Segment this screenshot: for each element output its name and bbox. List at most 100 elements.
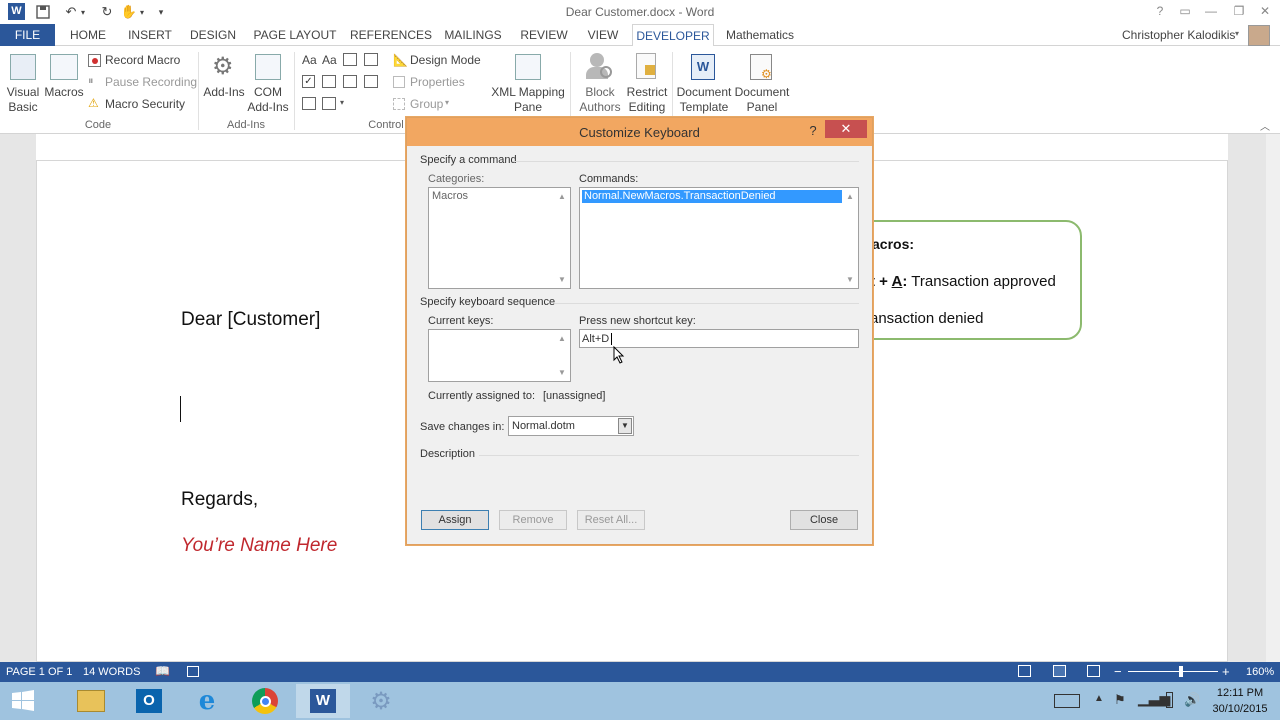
rich-text-control-icon[interactable]: Aa [302, 53, 317, 67]
tab-page-layout[interactable]: PAGE LAYOUT [250, 24, 340, 46]
settings-app-icon[interactable]: ⚙ [354, 684, 408, 718]
document-panel-button[interactable]: ⚙ Document Panel [733, 52, 791, 116]
print-layout-icon[interactable] [1053, 665, 1066, 677]
group-label-add-ins: Add-Ins [227, 119, 265, 131]
category-item[interactable]: Macros [432, 190, 468, 202]
signature-text[interactable]: You’re Name Here [181, 535, 337, 557]
volume-icon[interactable]: 🔊 [1184, 692, 1200, 708]
tab-design[interactable]: DESIGN [185, 24, 241, 46]
action-center-flag-icon[interactable]: ⚑ [1114, 692, 1126, 708]
page-count[interactable]: PAGE 1 OF 1 [6, 666, 72, 678]
scroll-up-icon[interactable]: ▲ [556, 333, 568, 345]
add-ins-button[interactable]: ⚙ Add-Ins [202, 52, 246, 116]
collapse-ribbon-icon[interactable]: ︿ [1260, 118, 1270, 133]
tab-mathematics[interactable]: Mathematics [722, 24, 798, 46]
legacy-tools-dropdown-icon[interactable]: ▾ [340, 98, 344, 107]
categories-listbox[interactable]: Macros ▲ ▼ [428, 187, 571, 289]
restore-icon[interactable]: ❐ [1226, 2, 1252, 20]
macro-recording-icon[interactable] [187, 666, 199, 677]
macros-textbox[interactable]: acros: t + A: Transaction approved ansac… [840, 220, 1082, 340]
restrict-editing-button[interactable]: Restrict Editing [624, 52, 670, 116]
chrome-icon[interactable] [238, 684, 292, 718]
user-dropdown-icon[interactable]: ▾ [1235, 29, 1239, 38]
show-hidden-icons[interactable]: ▲ [1094, 693, 1104, 704]
proofing-icon[interactable]: 📖 [155, 664, 170, 678]
clock-date[interactable]: 30/10/2015 [1208, 703, 1272, 715]
zoom-level[interactable]: 160% [1246, 666, 1274, 678]
close-button[interactable]: Close [790, 510, 858, 530]
group-separator [294, 52, 295, 130]
ribbon-display-options-icon[interactable]: ▭ [1172, 2, 1198, 20]
combo-box-control-icon[interactable] [322, 75, 336, 88]
tab-mailings[interactable]: MAILINGS [440, 24, 506, 46]
building-block-control-icon[interactable] [364, 53, 378, 66]
vertical-scrollbar[interactable] [1266, 134, 1280, 662]
zoom-out-icon[interactable]: − [1114, 664, 1122, 679]
help-icon[interactable]: ? [1147, 2, 1173, 20]
internet-explorer-icon[interactable]: e [180, 684, 234, 718]
text-caret [611, 333, 612, 345]
com-add-ins-button[interactable]: COM Add-Ins [246, 52, 290, 116]
clock-time[interactable]: 12:11 PM [1210, 687, 1270, 699]
plain-text-control-icon[interactable]: Aa [322, 53, 337, 67]
tab-insert[interactable]: INSERT [122, 24, 178, 46]
read-mode-icon[interactable] [1018, 665, 1031, 677]
tab-references[interactable]: REFERENCES [350, 24, 432, 46]
dialog-help-icon[interactable]: ? [803, 121, 823, 141]
design-mode-icon: 📐 [393, 53, 408, 67]
xml-mapping-pane-button[interactable]: XML Mapping Pane [490, 52, 566, 116]
checkbox-control-icon[interactable]: ✓ [302, 75, 315, 88]
remove-button[interactable]: Remove [499, 510, 567, 530]
macro-security-button[interactable]: ⚠ Macro Security [88, 96, 198, 113]
word-count[interactable]: 14 WORDS [83, 666, 140, 678]
dialog-title-bar[interactable]: Customize Keyboard ? ✕ [407, 118, 872, 146]
zoom-in-icon[interactable]: + [1222, 664, 1230, 679]
file-explorer-icon[interactable] [64, 684, 118, 718]
reset-all-button[interactable]: Reset All... [577, 510, 645, 530]
record-macro-button[interactable]: Record Macro [88, 53, 198, 69]
scroll-up-icon[interactable]: ▲ [844, 191, 856, 203]
macros-button[interactable]: Macros [44, 52, 84, 116]
windows-logo-icon [12, 690, 34, 711]
scroll-down-icon[interactable]: ▼ [556, 367, 568, 379]
greeting-text[interactable]: Dear [Customer] [181, 309, 320, 331]
start-button[interactable] [8, 688, 38, 714]
scroll-up-icon[interactable]: ▲ [556, 191, 568, 203]
battery-icon[interactable] [1166, 692, 1173, 708]
date-picker-control-icon[interactable] [364, 75, 378, 88]
outlook-icon[interactable]: O [122, 684, 176, 718]
visual-basic-button[interactable]: Visual Basic [4, 52, 42, 116]
legacy-tools-icon[interactable] [322, 97, 336, 110]
tab-view[interactable]: VIEW [582, 24, 624, 46]
assign-button[interactable]: Assign [421, 510, 489, 530]
scroll-down-icon[interactable]: ▼ [844, 274, 856, 286]
tab-file[interactable]: FILE [0, 24, 55, 46]
chevron-down-icon[interactable]: ▼ [618, 418, 632, 434]
word-taskbar-icon[interactable]: W [296, 684, 350, 718]
close-window-icon[interactable]: ✕ [1252, 2, 1278, 20]
drop-down-control-icon[interactable] [343, 75, 357, 88]
keyboard-icon[interactable] [1054, 694, 1080, 708]
scroll-down-icon[interactable]: ▼ [556, 274, 568, 286]
document-template-button[interactable]: W Document Template [675, 52, 733, 116]
dialog-close-icon[interactable]: ✕ [825, 120, 867, 138]
repeating-section-control-icon[interactable] [302, 97, 316, 110]
new-shortcut-value: Alt+D [582, 333, 610, 345]
tab-developer[interactable]: DEVELOPER [632, 24, 714, 47]
user-name[interactable]: Christopher Kalodikis [1122, 28, 1235, 42]
save-changes-select[interactable]: Normal.dotm ▼ [508, 416, 634, 436]
zoom-slider[interactable] [1128, 671, 1218, 672]
minimize-icon[interactable]: — [1198, 2, 1224, 20]
tab-review[interactable]: REVIEW [516, 24, 572, 46]
design-mode-button[interactable]: 📐 Design Mode [393, 53, 488, 69]
block-authors-button: Block Authors [574, 52, 626, 116]
commands-listbox[interactable]: Normal.NewMacros.TransactionDenied ▲ ▼ [579, 187, 859, 289]
closing-text[interactable]: Regards, [181, 489, 258, 511]
web-layout-icon[interactable] [1087, 665, 1100, 677]
command-item-selected[interactable]: Normal.NewMacros.TransactionDenied [582, 190, 842, 203]
current-keys-listbox[interactable]: ▲ ▼ [428, 329, 571, 382]
avatar[interactable] [1248, 25, 1270, 46]
picture-control-icon[interactable] [343, 53, 357, 66]
tab-home[interactable]: HOME [62, 24, 114, 46]
zoom-slider-thumb[interactable] [1179, 666, 1183, 677]
